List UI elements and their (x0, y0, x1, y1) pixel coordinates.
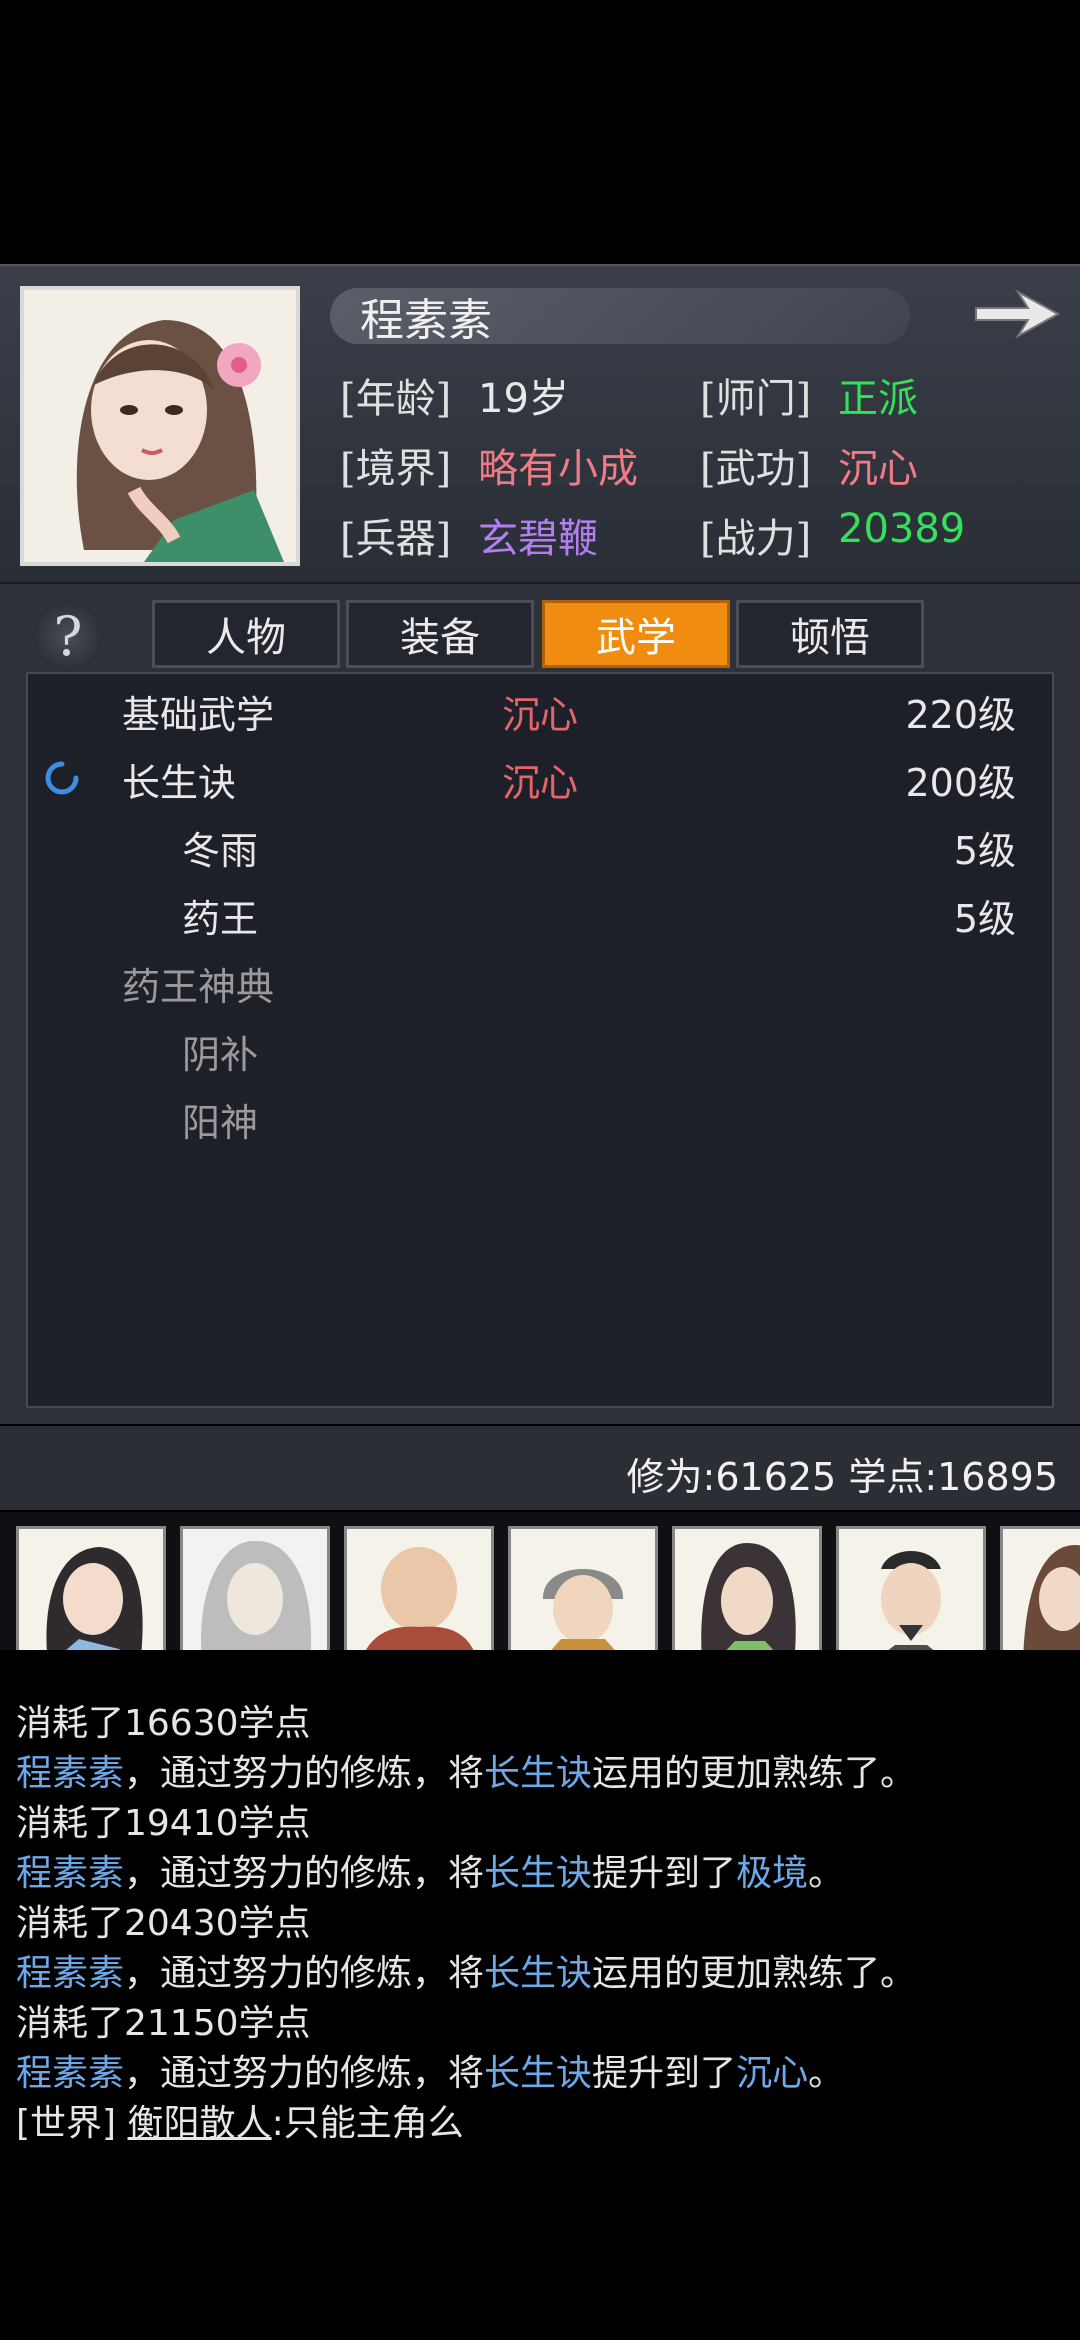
skill-link[interactable]: 长生诀 (484, 1753, 592, 1794)
skill-list: 基础武学 沉心 220级 长生诀 沉心 200级 冬雨 5级 药王 5级 药王神… (26, 672, 1054, 1408)
skill-row[interactable]: 长生诀 沉心 200级 (28, 742, 1056, 810)
log-text: 提升到了 (592, 1853, 737, 1894)
skill-link[interactable]: 长生诀 (484, 2053, 592, 2094)
character-link[interactable]: 程素素 (16, 1753, 124, 1794)
log-line: 消耗了16630学点 (16, 1703, 311, 1744)
weapon-label: [兵器] (340, 516, 452, 562)
log-line: 消耗了20430学点 (16, 1903, 311, 1944)
tab-character[interactable]: 人物 (152, 600, 340, 668)
realm-label: [境界] (340, 446, 452, 492)
loading-spinner-icon (44, 760, 80, 796)
tabs-panel: ? 人物 装备 武学 顿悟 基础武学 沉心 220级 长生诀 沉心 200级 冬… (0, 584, 1080, 1424)
age-label: [年龄] (340, 376, 452, 422)
age-value: 19岁 (478, 376, 569, 422)
character-name: 程素素 (360, 295, 492, 346)
log-text: 运用的更加熟练了。 (592, 1753, 917, 1794)
log-line: 程素素，通过努力的修炼，将长生诀运用的更加熟练了。 (16, 1744, 916, 1796)
log-text: ，通过努力的修炼，将 (124, 1753, 485, 1794)
skill-row[interactable]: 药王神典 (28, 946, 1056, 1014)
skill-state: 沉心 (502, 761, 579, 805)
skill-row[interactable]: 基础武学 沉心 220级 (28, 674, 1056, 742)
martial-label: [武功] (700, 446, 812, 492)
skill-level: 5级 (953, 829, 1016, 873)
skill-level: 220级 (905, 693, 1016, 737)
power-label: [战力] (700, 516, 812, 562)
sect-value: 正派 (838, 376, 918, 422)
character-link[interactable]: 程素素 (16, 2053, 124, 2094)
skill-row[interactable]: 阳神 (28, 1082, 1056, 1150)
log-text: ，通过努力的修炼，将 (124, 1853, 485, 1894)
skill-name: 阳神 (182, 1101, 259, 1145)
log-line: 消耗了19410学点 (16, 1803, 311, 1844)
world-user-link[interactable]: 衡阳散人 (128, 2103, 272, 2144)
log-text: ，通过努力的修炼，将 (124, 2053, 485, 2094)
skill-link[interactable]: 长生诀 (484, 1953, 592, 1994)
message-log: 消耗了16630学点 程素素，通过努力的修炼，将长生诀运用的更加熟练了。 消耗了… (0, 1650, 1080, 2184)
level-link[interactable]: 极境 (736, 1853, 808, 1894)
skill-name: 阴补 (182, 1033, 259, 1077)
log-line: 程素素，通过努力的修炼，将长生诀提升到了沉心。 (16, 2044, 844, 2096)
skill-level: 5级 (953, 897, 1016, 941)
log-line: 消耗了21150学点 (16, 2003, 311, 2044)
realm-value: 略有小成 (478, 446, 638, 492)
weapon-value: 玄碧鞭 (478, 516, 598, 562)
log-text: 。 (808, 2053, 845, 2094)
skill-link[interactable]: 长生诀 (484, 1853, 592, 1894)
character-link[interactable]: 程素素 (16, 1853, 124, 1894)
skill-row[interactable]: 冬雨 5级 (28, 810, 1056, 878)
log-text: 。 (808, 1853, 845, 1894)
stats-bar: 修为:61625 学点:16895 (0, 1426, 1080, 1510)
help-icon[interactable]: ? (36, 604, 100, 668)
log-text: ，通过努力的修炼，将 (124, 1953, 485, 1994)
skill-level: 200级 (905, 761, 1016, 805)
log-text: 运用的更加熟练了。 (592, 1953, 917, 1994)
skill-name: 长生诀 (122, 761, 237, 805)
log-text: 提升到了 (592, 2053, 737, 2094)
tab-enlightenment[interactable]: 顿悟 (736, 600, 924, 668)
portrait-woman-icon[interactable] (20, 286, 300, 566)
skill-name: 药王神典 (122, 965, 275, 1009)
sect-label: [师门] (700, 376, 812, 422)
skill-name: 基础武学 (122, 693, 275, 737)
log-line: 程素素，通过努力的修炼，将长生诀运用的更加熟练了。 (16, 1944, 916, 1996)
world-chat-line: [世界] 衡阳散人:只能主角么 (16, 2094, 464, 2146)
power-value: 20389 (838, 506, 966, 552)
world-tag: [世界] (16, 2103, 117, 2144)
martial-value: 沉心 (838, 446, 918, 492)
arrow-right-icon[interactable] (970, 284, 1066, 344)
level-link[interactable]: 沉心 (736, 2053, 808, 2094)
cultivation-points: 修为:61625 学点:16895 (626, 1455, 1058, 1499)
skill-state: 沉心 (502, 693, 579, 737)
skill-name: 药王 (182, 897, 259, 941)
world-message: :只能主角么 (271, 2103, 464, 2144)
skill-row[interactable]: 阴补 (28, 1014, 1056, 1082)
skill-name: 冬雨 (182, 829, 259, 873)
character-link[interactable]: 程素素 (16, 1953, 124, 1994)
skill-row[interactable]: 药王 5级 (28, 878, 1056, 946)
character-panel: 程素素 [年龄] 19岁 [师门] 正派 [境界] 略有小成 [武功] 沉心 [… (0, 264, 1080, 584)
tab-equipment[interactable]: 装备 (346, 600, 534, 668)
tab-martial-arts[interactable]: 武学 (542, 600, 730, 668)
log-line: 程素素，通过努力的修炼，将长生诀提升到了极境。 (16, 1844, 844, 1896)
